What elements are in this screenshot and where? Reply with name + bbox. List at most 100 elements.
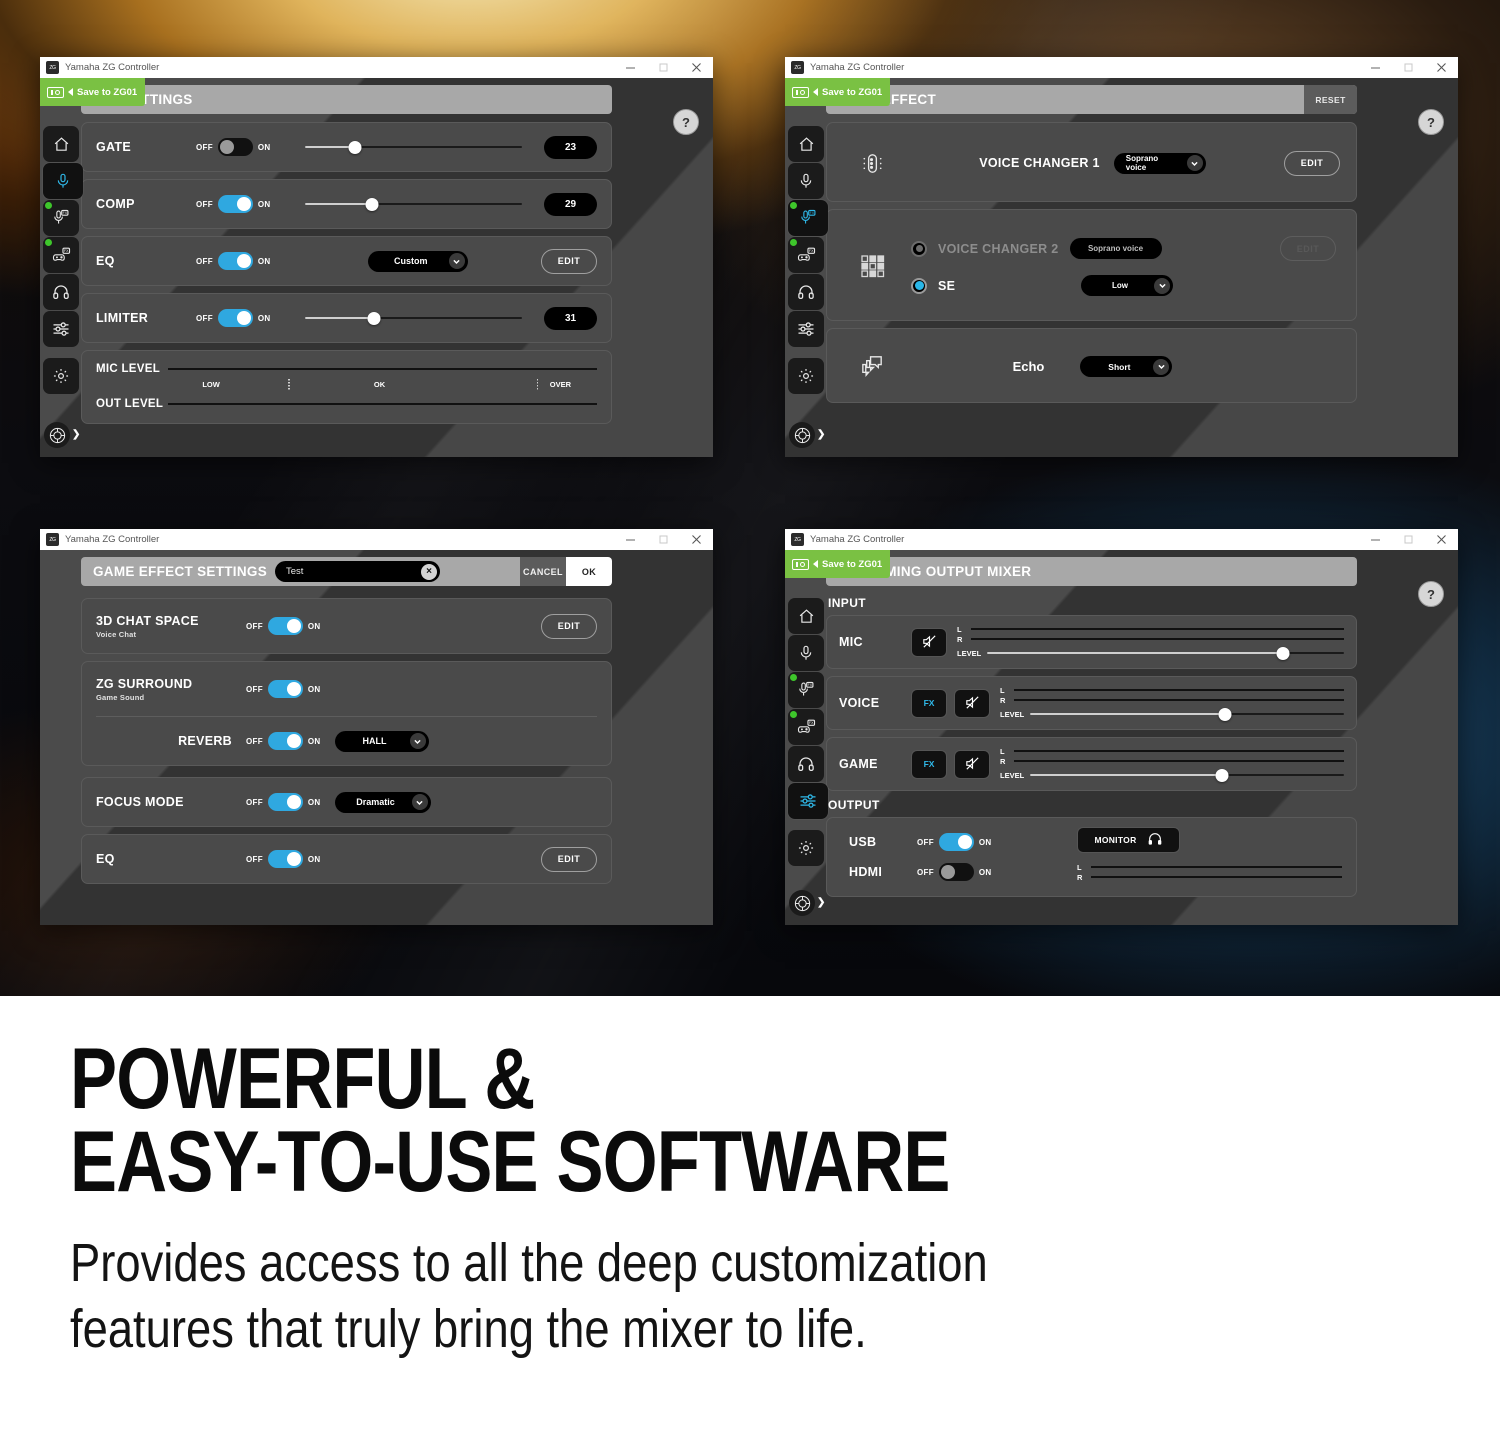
row-label: COMP <box>96 197 135 211</box>
eq-toggle[interactable]: OFF ON <box>196 252 271 270</box>
toggle-switch[interactable] <box>938 833 974 851</box>
save-to-device-button[interactable]: Save to ZG01 <box>40 78 145 106</box>
sidebar-item-settings[interactable] <box>788 830 824 866</box>
toggle-switch[interactable] <box>267 680 303 698</box>
sidebar-item-mic-settings[interactable] <box>788 635 824 671</box>
close-button[interactable] <box>680 57 713 78</box>
sidebar-item-headphone[interactable] <box>788 746 824 782</box>
voice-level-slider[interactable] <box>1030 707 1344 721</box>
sidebar-item-settings[interactable] <box>788 358 824 394</box>
sidebar-item-headphone[interactable] <box>788 274 824 310</box>
close-button[interactable] <box>1425 57 1458 78</box>
clear-icon[interactable]: × <box>421 563 438 580</box>
toggle-switch[interactable] <box>267 850 303 868</box>
voice-changer-1-preset-dropdown[interactable]: Soprano voice <box>1113 152 1206 174</box>
comp-slider[interactable] <box>304 195 522 213</box>
help-button[interactable]: ? <box>1418 581 1444 607</box>
maximize-button[interactable] <box>647 529 680 550</box>
sidebar-item-mixer[interactable] <box>43 311 79 347</box>
device-selector-button[interactable]: ❯ <box>44 422 80 448</box>
comp-toggle[interactable]: OFF ON <box>196 195 271 213</box>
sidebar-item-mic-effect[interactable]: FX <box>788 200 828 236</box>
game-fx-button[interactable]: FX <box>911 749 947 779</box>
close-button[interactable] <box>1425 529 1458 550</box>
maximize-button[interactable] <box>1392 529 1425 550</box>
preset-name-input[interactable]: Test × <box>275 561 441 582</box>
usb-toggle[interactable]: OFF ON <box>917 833 992 851</box>
game-mute-button[interactable] <box>954 749 990 779</box>
toggle-switch[interactable] <box>217 195 253 213</box>
voice-changer-2-preset-dropdown[interactable]: Soprano voice <box>1069 238 1162 259</box>
out-level-meter: OUT LEVEL <box>82 393 611 415</box>
sidebar-item-game-effect[interactable]: FX <box>788 237 824 273</box>
save-button-label: Save to ZG01 <box>822 558 883 570</box>
toggle-switch[interactable] <box>267 732 303 750</box>
mic-mute-button[interactable] <box>911 627 947 657</box>
sidebar-item-settings[interactable] <box>43 358 79 394</box>
sliders-icon <box>52 320 70 338</box>
minimize-button[interactable] <box>614 529 647 550</box>
sidebar-item-home[interactable] <box>43 126 79 162</box>
game-level-slider[interactable] <box>1030 768 1344 782</box>
help-button[interactable]: ? <box>673 109 699 135</box>
voice-fx-button[interactable]: FX <box>911 688 947 718</box>
se-radio[interactable] <box>911 277 927 294</box>
ok-button[interactable]: OK <box>566 557 612 586</box>
voice-changer-2-radio[interactable] <box>911 240 927 257</box>
sidebar-item-game-effect[interactable]: FX <box>788 709 824 745</box>
zg-surround-toggle[interactable]: OFF ON <box>246 680 321 698</box>
eq-edit-button[interactable]: EDIT <box>541 846 597 872</box>
toggle-off-label: OFF <box>196 142 213 152</box>
sidebar-item-mic-effect[interactable]: FX <box>788 672 824 708</box>
toggle-switch[interactable] <box>217 138 253 156</box>
eq-toggle[interactable]: OFF ON <box>246 850 321 868</box>
toggle-switch[interactable] <box>267 793 303 811</box>
minimize-button[interactable] <box>1359 529 1392 550</box>
minimize-button[interactable] <box>1359 57 1392 78</box>
device-selector-button[interactable]: ❯ <box>789 422 825 448</box>
save-to-device-button[interactable]: Save to ZG01 <box>785 78 890 106</box>
voice-changer-1-edit-button[interactable]: EDIT <box>1284 150 1340 176</box>
mic-level-slider[interactable] <box>987 646 1344 660</box>
sidebar-item-mixer[interactable] <box>788 783 828 819</box>
eq-edit-button[interactable]: EDIT <box>541 248 597 274</box>
limiter-slider[interactable] <box>304 309 522 327</box>
limiter-toggle[interactable]: OFF ON <box>196 309 271 327</box>
gate-toggle[interactable]: OFF ON <box>196 138 271 156</box>
reverb-toggle[interactable]: OFF ON <box>246 732 321 750</box>
focus-mode-toggle[interactable]: OFF ON <box>246 793 321 811</box>
toggle-switch[interactable] <box>267 617 303 635</box>
hdmi-toggle[interactable]: OFF ON <box>917 863 992 881</box>
sidebar-item-mixer[interactable] <box>788 311 824 347</box>
help-button[interactable]: ? <box>1418 109 1444 135</box>
se-preset-dropdown[interactable]: Low <box>1081 275 1173 296</box>
sidebar-item-headphone[interactable] <box>43 274 79 310</box>
chat-space-toggle[interactable]: OFF ON <box>246 617 321 635</box>
sidebar-item-home[interactable] <box>788 598 824 634</box>
toggle-switch[interactable] <box>938 863 974 881</box>
status-dot <box>45 239 52 246</box>
reverb-preset-dropdown[interactable]: HALL <box>334 730 429 752</box>
sidebar-item-mic-settings[interactable] <box>788 163 824 199</box>
eq-preset-dropdown[interactable]: Custom <box>367 250 468 272</box>
close-button[interactable] <box>680 529 713 550</box>
sidebar-item-mic-effect[interactable]: FX <box>43 200 79 236</box>
echo-preset-dropdown[interactable]: Short <box>1080 356 1173 377</box>
save-to-device-button[interactable]: Save to ZG01 <box>785 550 890 578</box>
maximize-button[interactable] <box>1392 57 1425 78</box>
toggle-switch[interactable] <box>217 309 253 327</box>
chat-space-edit-button[interactable]: EDIT <box>541 613 597 639</box>
device-selector-button[interactable]: ❯ <box>789 890 825 916</box>
sidebar-item-mic-settings[interactable] <box>43 163 83 199</box>
sidebar-item-game-effect[interactable]: FX <box>43 237 79 273</box>
cancel-button[interactable]: CANCEL <box>520 557 566 586</box>
minimize-button[interactable] <box>614 57 647 78</box>
toggle-switch[interactable] <box>217 252 253 270</box>
sidebar-item-home[interactable] <box>788 126 824 162</box>
focus-mode-preset-dropdown[interactable]: Dramatic <box>334 791 431 813</box>
monitor-button[interactable]: MONITOR <box>1077 827 1180 853</box>
maximize-button[interactable] <box>647 57 680 78</box>
reset-button[interactable]: RESET <box>1304 85 1357 114</box>
gate-slider[interactable] <box>304 138 522 156</box>
voice-mute-button[interactable] <box>954 688 990 718</box>
